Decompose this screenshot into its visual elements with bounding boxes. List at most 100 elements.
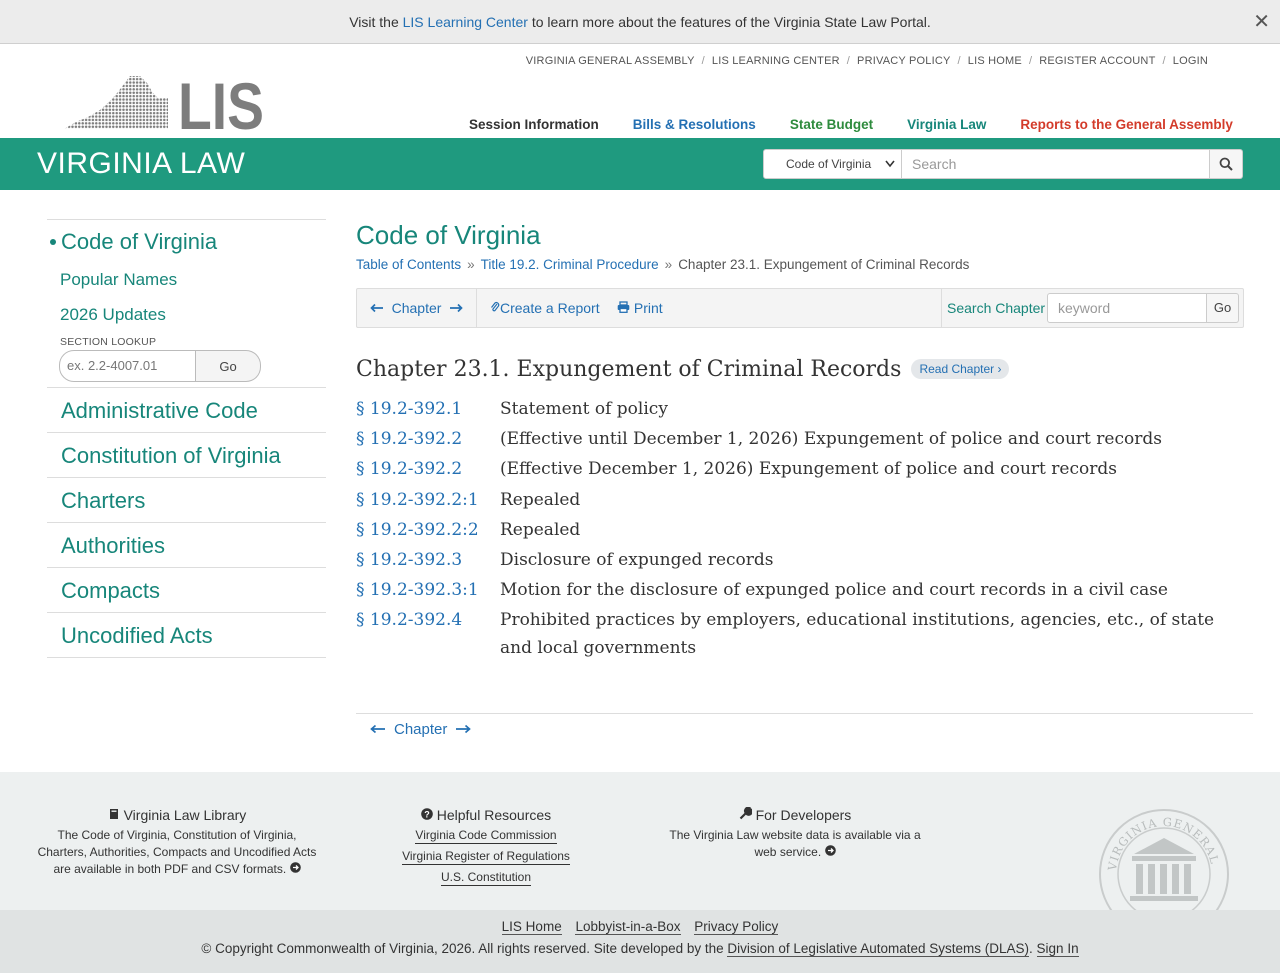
general-assembly-seal: VIRGINIA GENERAL ASSEMBLY — [1096, 808, 1232, 910]
list-item: § 19.2-392.3:1 Motion for the disclosure … — [356, 576, 1246, 606]
sidebar-item-2026-updates[interactable]: 2026 Updates — [47, 297, 326, 332]
section-title: Motion for the disclosure of expunged po… — [500, 580, 1168, 601]
prev-chapter-arrow-icon[interactable] — [369, 300, 384, 316]
topnav-lis-learning-center[interactable]: LIS LEARNING CENTER — [712, 55, 840, 67]
nav-session-information[interactable]: Session Information — [469, 117, 599, 132]
svg-text:VIRGINIA GENERAL ASSEMBLY: VIRGINIA GENERAL ASSEMBLY — [1096, 808, 1223, 872]
chapter-search-go-button[interactable]: Go — [1207, 293, 1239, 323]
footer-developers-heading: For Developers — [660, 806, 930, 823]
nav-bills-resolutions[interactable]: Bills & Resolutions — [633, 117, 756, 132]
footer-link-register-regulations[interactable]: Virginia Register of Regulations — [402, 848, 570, 865]
sidebar-item-uncodified-acts[interactable]: Uncodified Acts — [47, 612, 326, 657]
virginia-law-banner: VIRGINIA LAW Code of Virginia Search — [0, 138, 1280, 190]
footer-bottom-links: LIS Home Lobbyist-in-a-Box Privacy Polic… — [0, 919, 1280, 935]
next-chapter-arrow-icon[interactable] — [455, 721, 472, 738]
topnav-lis-home[interactable]: LIS HOME — [968, 55, 1022, 67]
footer-link-code-commission[interactable]: Virginia Code Commission — [415, 827, 557, 844]
sidebar-item-constitution[interactable]: Constitution of Virginia — [47, 432, 326, 477]
nav-virginia-law[interactable]: Virginia Law — [907, 117, 986, 132]
footer-resources-heading: ? Helpful Resources — [396, 807, 576, 823]
next-chapter-arrow-icon[interactable] — [449, 300, 464, 316]
sidebar-item-code-of-virginia[interactable]: Code of Virginia — [47, 220, 326, 262]
section-title: Prohibited practices by employers, educa… — [500, 610, 1215, 659]
list-item: § 19.2-392.2:1 Repealed — [356, 486, 1246, 516]
bottom-chapter-nav: Chapter — [370, 721, 472, 738]
section-lookup-go-button[interactable]: Go — [196, 350, 261, 382]
chapter-heading-text: Chapter 23.1. Expungement of Criminal Re… — [356, 357, 902, 382]
print-button[interactable]: Print — [617, 300, 663, 316]
topnav-privacy-policy[interactable]: PRIVACY POLICY — [857, 55, 950, 67]
section-link[interactable]: § 19.2-392.3 — [356, 546, 500, 576]
bottom-chapter-label: Chapter — [394, 721, 448, 738]
section-link[interactable]: § 19.2-392.2:1 — [356, 486, 500, 516]
active-bullet-icon — [50, 239, 56, 245]
dlas-link[interactable]: Division of Legislative Automated System… — [727, 941, 1030, 957]
nav-reports[interactable]: Reports to the General Assembly — [1020, 117, 1233, 132]
footer-link-us-constitution[interactable]: U.S. Constitution — [440, 869, 532, 886]
close-icon[interactable]: ✕ — [1253, 0, 1270, 44]
search-scope-select[interactable]: Code of Virginia — [763, 149, 902, 179]
question-circle-icon: ? — [421, 808, 433, 820]
nav-state-budget[interactable]: State Budget — [790, 117, 873, 132]
footer-lis-home-link[interactable]: LIS Home — [501, 919, 562, 935]
create-report-label: Create a Report — [500, 300, 600, 316]
breadcrumb-title-19-2[interactable]: Title 19.2. Criminal Procedure — [481, 257, 659, 272]
main-content: Code of Virginia Table of Contents» Title… — [356, 219, 1253, 738]
topnav-register-account[interactable]: REGISTER ACCOUNT — [1039, 55, 1155, 67]
section-link[interactable]: § 19.2-392.3:1 — [356, 576, 500, 606]
chapter-heading: Chapter 23.1. Expungement of Criminal Re… — [356, 357, 1010, 382]
topnav-login[interactable]: LOGIN — [1173, 55, 1208, 67]
sidebar-item-administrative-code[interactable]: Administrative Code — [47, 387, 326, 432]
section-title: Statement of policy — [500, 399, 668, 419]
section-link[interactable]: § 19.2-392.2:2 — [356, 516, 500, 546]
section-link[interactable]: § 19.2-392.4 — [356, 606, 500, 662]
arrow-circle-right-icon[interactable] — [289, 862, 301, 873]
sidebar-item-compacts[interactable]: Compacts — [47, 567, 326, 612]
footer-helpful-resources: ? Helpful Resources Virginia Code Commis… — [396, 807, 576, 890]
topnav-virginia-general-assembly[interactable]: VIRGINIA GENERAL ASSEMBLY — [526, 55, 695, 67]
page-title: Code of Virginia — [356, 220, 541, 250]
breadcrumb-current: Chapter 23.1. Expungement of Criminal Re… — [678, 257, 970, 272]
divider — [356, 713, 1253, 714]
breadcrumb-table-of-contents[interactable]: Table of Contents — [356, 257, 461, 272]
utility-nav: VIRGINIA GENERAL ASSEMBLY / LIS LEARNING C… — [525, 55, 1208, 67]
section-title: Disclosure of expunged records — [500, 549, 774, 570]
lis-logo[interactable]: LIS — [64, 69, 266, 143]
chapter-keyword-input[interactable]: keyword — [1047, 293, 1207, 323]
sidebar-item-authorities[interactable]: Authorities — [47, 522, 326, 567]
read-chapter-button[interactable]: Read Chapter › — [911, 359, 1010, 379]
notice-text-before: Visit the — [349, 14, 403, 30]
footer-law-library: Virginia Law Library The Code of Virgini… — [36, 807, 318, 878]
chapter-nav-label: Chapter — [391, 300, 442, 316]
sidebar-item-charters[interactable]: Charters — [47, 477, 326, 522]
svg-text:?: ? — [424, 809, 430, 819]
search-icon — [1219, 157, 1233, 171]
section-title: (Effective until December 1, 2026) Expun… — [500, 429, 1162, 450]
search-input[interactable]: Search — [902, 149, 1210, 179]
sidebar-item-popular-names[interactable]: Popular Names — [47, 262, 326, 297]
logo-text: LIS — [178, 74, 264, 132]
section-link[interactable]: § 19.2-392.2 — [356, 425, 500, 455]
create-report-button[interactable]: Create a Report — [490, 300, 600, 316]
arrow-circle-right-icon[interactable] — [824, 845, 836, 856]
footer-lobbyist-link[interactable]: Lobbyist-in-a-Box — [575, 919, 681, 935]
notice-bar: Visit the LIS Learning Center to learn m… — [0, 0, 1280, 44]
paperclip-icon — [491, 302, 500, 312]
section-lookup-input[interactable]: ex. 2.2-4007.01 — [59, 350, 196, 382]
footer-privacy-link[interactable]: Privacy Policy — [694, 919, 779, 935]
section-title: (Effective December 1, 2026) Expungement… — [500, 459, 1117, 480]
footer: Virginia Law Library The Code of Virgini… — [0, 772, 1280, 910]
section-link[interactable]: § 19.2-392.1 — [356, 395, 500, 425]
section-lookup: ex. 2.2-4007.01 Go — [59, 350, 261, 382]
prev-chapter-arrow-icon[interactable] — [370, 721, 386, 738]
footer-library-text: The Code of Virginia, Constitution of Vi… — [37, 828, 317, 876]
banner-title: VIRGINIA LAW — [37, 147, 246, 180]
lis-learning-center-link[interactable]: LIS Learning Center — [403, 14, 528, 30]
sign-in-link[interactable]: Sign In — [1036, 941, 1079, 957]
sidebar-active-label: Code of Virginia — [61, 229, 218, 254]
search-button[interactable] — [1210, 149, 1243, 179]
section-link[interactable]: § 19.2-392.2 — [356, 455, 500, 485]
footer-developers: For Developers The Virginia Law website … — [660, 806, 930, 861]
section-list: § 19.2-392.1 Statement of policy § 19.2-3… — [356, 395, 1246, 662]
search-chapter-label: Search Chapter — [941, 289, 1045, 327]
